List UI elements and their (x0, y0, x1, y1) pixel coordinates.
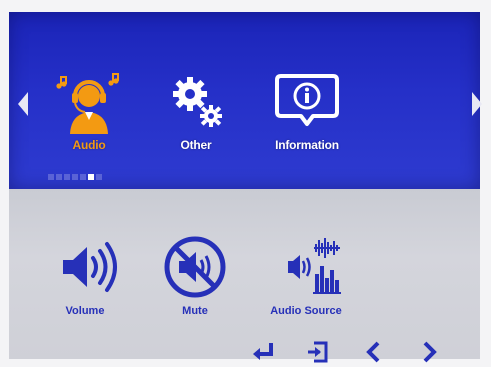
page-dot (56, 174, 62, 180)
menu-item-information[interactable]: Information (252, 72, 362, 162)
menu-item-label: Other (180, 138, 212, 152)
speaker-volume-icon (63, 242, 117, 292)
page-indicator (48, 174, 104, 182)
headset-user-icon (56, 73, 119, 134)
gears-icon (173, 77, 222, 127)
menu-item-label: Audio (72, 138, 106, 152)
audio-source-icon (288, 238, 341, 294)
menu-next-arrow[interactable] (472, 92, 482, 116)
menu-prev-arrow[interactable] (18, 92, 28, 116)
menu-item-label: Information (275, 138, 339, 152)
exit-key[interactable] (305, 340, 331, 364)
page-dot-active (88, 174, 94, 180)
mute-icon (164, 236, 226, 298)
page-dot (96, 174, 102, 180)
page-dot (80, 174, 86, 180)
osd-screen: Audio Other Information Volume Mute Audi… (0, 0, 491, 367)
left-icon (366, 341, 380, 363)
page-dot (72, 174, 78, 180)
submenu-item-mute[interactable]: Mute (140, 234, 250, 324)
enter-icon (253, 343, 273, 360)
left-key[interactable] (362, 340, 388, 364)
submenu-item-label: Mute (182, 305, 208, 317)
exit-icon (308, 341, 328, 363)
submenu-item-label: Audio Source (270, 305, 342, 317)
right-icon (423, 341, 437, 363)
info-bubble-icon (275, 74, 339, 126)
right-key[interactable] (416, 340, 442, 364)
menu-item-audio[interactable]: Audio (34, 72, 144, 162)
enter-key[interactable] (250, 340, 276, 364)
page-dot (48, 174, 54, 180)
submenu-item-label: Volume (65, 305, 105, 317)
submenu-item-volume[interactable]: Volume (30, 234, 140, 324)
submenu-item-audio-source[interactable]: Audio Source (251, 234, 361, 324)
menu-item-other[interactable]: Other (141, 72, 251, 162)
page-dot (64, 174, 70, 180)
